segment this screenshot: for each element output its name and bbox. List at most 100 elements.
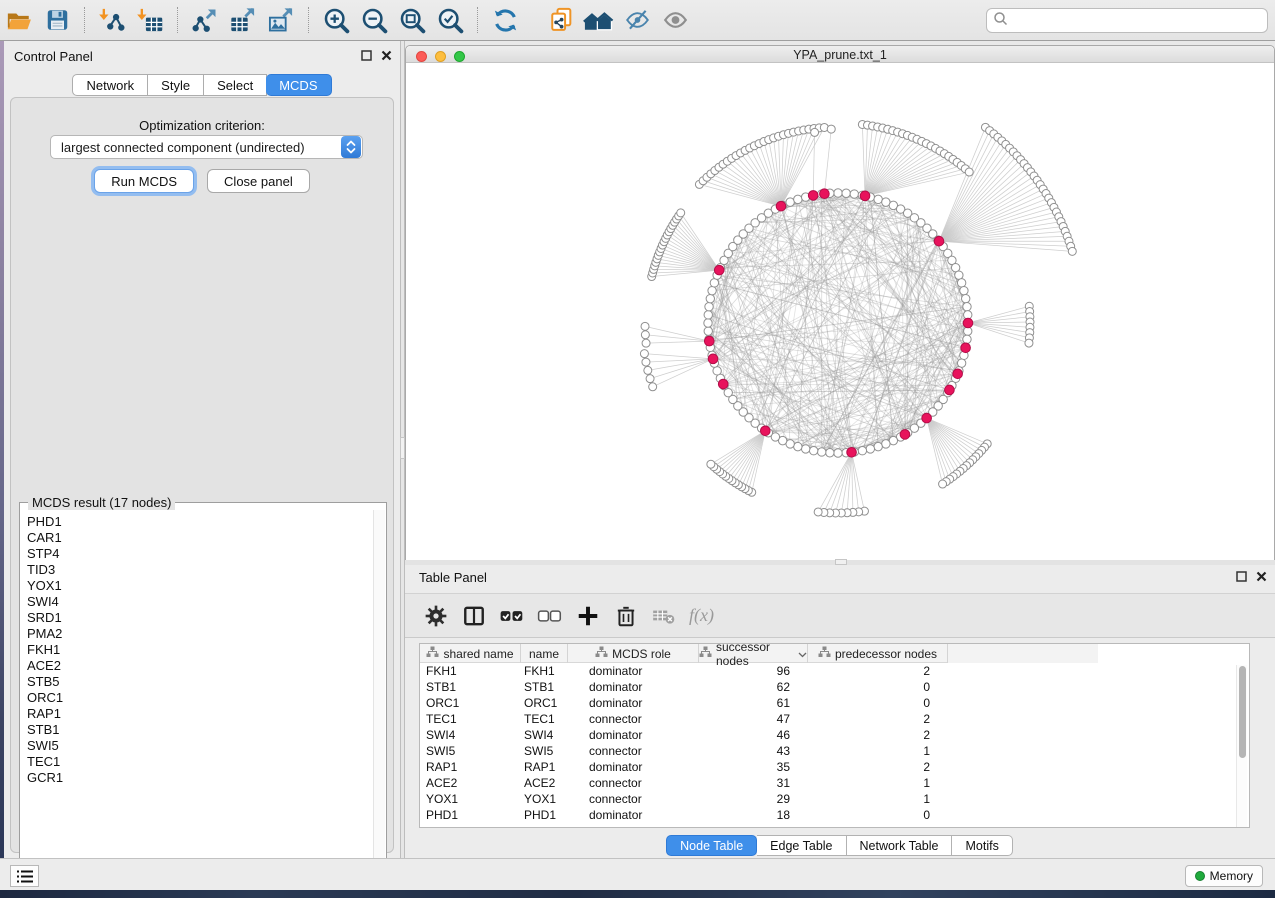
tab-network[interactable]: Network bbox=[72, 74, 148, 96]
column-header-predecessor-nodes[interactable]: predecessor nodes bbox=[808, 644, 948, 663]
tab-network-table[interactable]: Network Table bbox=[847, 835, 953, 856]
mcds-node[interactable] bbox=[963, 318, 973, 328]
mcds-result-item[interactable]: SRD1 bbox=[27, 610, 374, 626]
table-row[interactable]: ACE2ACE2connector311 bbox=[420, 775, 1249, 791]
table-row[interactable]: STB1STB1dominator620 bbox=[420, 679, 1249, 695]
criterion-select[interactable]: largest connected component (undirected) bbox=[50, 135, 363, 159]
mcds-result-item[interactable]: FKH1 bbox=[27, 642, 374, 658]
mcds-node[interactable] bbox=[820, 189, 830, 199]
mcds-node[interactable] bbox=[704, 336, 714, 346]
column-header-shared-name[interactable]: shared name bbox=[420, 644, 521, 663]
column-header-name[interactable]: name bbox=[521, 644, 568, 663]
zoom-selected-icon[interactable] bbox=[433, 5, 467, 35]
mcds-node[interactable] bbox=[761, 426, 771, 436]
network-window-titlebar[interactable]: YPA_prune.txt_1 bbox=[406, 46, 1274, 63]
run-mcds-button[interactable]: Run MCDS bbox=[94, 169, 194, 193]
tab-node-table[interactable]: Node Table bbox=[666, 835, 757, 856]
mcds-result-item[interactable]: SWI5 bbox=[27, 738, 374, 754]
mcds-result-item[interactable]: RAP1 bbox=[27, 706, 374, 722]
tab-edge-table[interactable]: Edge Table bbox=[757, 835, 846, 856]
mcds-result-item[interactable]: STB1 bbox=[27, 722, 374, 738]
mcds-result-item[interactable]: GCR1 bbox=[27, 770, 374, 786]
mcds-result-item[interactable]: SWI4 bbox=[27, 594, 374, 610]
mcds-result-item[interactable]: TEC1 bbox=[27, 754, 374, 770]
column-header-successor-nodes[interactable]: successor nodes bbox=[699, 644, 808, 663]
search-field[interactable] bbox=[986, 8, 1268, 33]
delete-columns-icon[interactable] bbox=[607, 601, 645, 631]
function-builder-icon[interactable]: f(x) bbox=[689, 605, 714, 626]
tab-select[interactable]: Select bbox=[204, 74, 267, 96]
close-panel-icon[interactable] bbox=[381, 49, 392, 64]
mcds-node[interactable] bbox=[776, 201, 786, 211]
tab-mcds[interactable]: MCDS bbox=[266, 74, 331, 96]
mcds-result-item[interactable]: PHD1 bbox=[27, 514, 374, 530]
mcds-node[interactable] bbox=[718, 379, 728, 389]
show-graphics-details-icon[interactable] bbox=[658, 5, 692, 35]
mcds-node[interactable] bbox=[714, 265, 724, 275]
export-table-icon[interactable] bbox=[226, 5, 260, 35]
mcds-result-item[interactable]: YOX1 bbox=[27, 578, 374, 594]
tab-motifs[interactable]: Motifs bbox=[952, 835, 1012, 856]
mcds-node[interactable] bbox=[860, 191, 870, 201]
sort-chevron-icon[interactable] bbox=[798, 647, 807, 661]
mcds-result-item[interactable]: TID3 bbox=[27, 562, 374, 578]
split-view-icon[interactable] bbox=[455, 601, 493, 631]
welcome-screen-icon[interactable] bbox=[582, 5, 616, 35]
mcds-result-item[interactable]: CAR1 bbox=[27, 530, 374, 546]
zoom-fit-icon[interactable] bbox=[395, 5, 429, 35]
mcds-node[interactable] bbox=[922, 413, 932, 423]
scrollbar-thumb[interactable] bbox=[1239, 666, 1246, 758]
table-row[interactable]: FKH1FKH1dominator962 bbox=[420, 663, 1249, 679]
table-row[interactable]: RAP1RAP1dominator352 bbox=[420, 759, 1249, 775]
mcds-node[interactable] bbox=[934, 236, 944, 246]
close-panel-icon[interactable] bbox=[1256, 570, 1267, 585]
table-scrollbar[interactable] bbox=[1236, 665, 1247, 827]
import-table-icon[interactable] bbox=[133, 5, 167, 35]
table-row[interactable]: ORC1ORC1dominator610 bbox=[420, 695, 1249, 711]
unselect-all-icon[interactable] bbox=[531, 601, 569, 631]
mcds-result-item[interactable]: PMA2 bbox=[27, 626, 374, 642]
mcds-node[interactable] bbox=[900, 430, 910, 440]
table-row[interactable]: YOX1YOX1connector291 bbox=[420, 791, 1249, 807]
export-image-icon[interactable] bbox=[264, 5, 298, 35]
table-row[interactable]: TEC1TEC1connector472 bbox=[420, 711, 1249, 727]
mcds-node[interactable] bbox=[847, 447, 857, 457]
delete-table-icon[interactable] bbox=[645, 601, 683, 631]
refresh-layout-icon[interactable] bbox=[488, 5, 522, 35]
mcds-list-scrollbar[interactable] bbox=[373, 510, 385, 872]
float-panel-icon[interactable] bbox=[1236, 570, 1247, 585]
close-panel-button[interactable]: Close panel bbox=[207, 169, 310, 193]
table-row[interactable]: SWI5SWI5connector431 bbox=[420, 743, 1249, 759]
select-all-icon[interactable] bbox=[493, 601, 531, 631]
export-network-icon[interactable] bbox=[188, 5, 222, 35]
mcds-node[interactable] bbox=[961, 343, 971, 353]
network-canvas[interactable] bbox=[406, 63, 1274, 560]
mcds-result-item[interactable]: ACE2 bbox=[27, 658, 374, 674]
mcds-result-item[interactable]: STP4 bbox=[27, 546, 374, 562]
mcds-result-item[interactable]: ORC1 bbox=[27, 690, 374, 706]
show-panels-list-button[interactable] bbox=[10, 865, 39, 887]
table-mode-gear-icon[interactable] bbox=[417, 601, 455, 631]
mcds-result-item[interactable]: STB5 bbox=[27, 674, 374, 690]
search-input[interactable] bbox=[1009, 10, 1267, 31]
open-file-icon[interactable] bbox=[2, 5, 36, 35]
network-graph[interactable] bbox=[406, 63, 1274, 560]
table-row[interactable]: PHD1PHD1dominator180 bbox=[420, 807, 1249, 823]
column-header-MCDS-role[interactable]: MCDS role bbox=[568, 644, 699, 663]
mcds-node[interactable] bbox=[708, 354, 718, 364]
float-panel-icon[interactable] bbox=[361, 49, 372, 64]
memory-button[interactable]: Memory bbox=[1185, 865, 1263, 887]
node-table[interactable]: shared namenameMCDS rolesuccessor nodesp… bbox=[419, 643, 1250, 828]
save-icon[interactable] bbox=[40, 5, 74, 35]
new-network-from-selection-icon[interactable] bbox=[544, 5, 578, 35]
mcds-node[interactable] bbox=[808, 191, 818, 201]
mcds-result-list[interactable]: PHD1CAR1STP4TID3YOX1SWI4SRD1PMA2FKH1ACE2… bbox=[21, 510, 374, 872]
add-column-icon[interactable] bbox=[569, 601, 607, 631]
table-row[interactable]: SWI4SWI4dominator462 bbox=[420, 727, 1249, 743]
zoom-out-icon[interactable] bbox=[357, 5, 391, 35]
zoom-in-icon[interactable] bbox=[319, 5, 353, 35]
import-network-icon[interactable] bbox=[95, 5, 129, 35]
mcds-node[interactable] bbox=[953, 369, 963, 379]
tab-style[interactable]: Style bbox=[148, 74, 204, 96]
hide-graphics-details-icon[interactable] bbox=[620, 5, 654, 35]
